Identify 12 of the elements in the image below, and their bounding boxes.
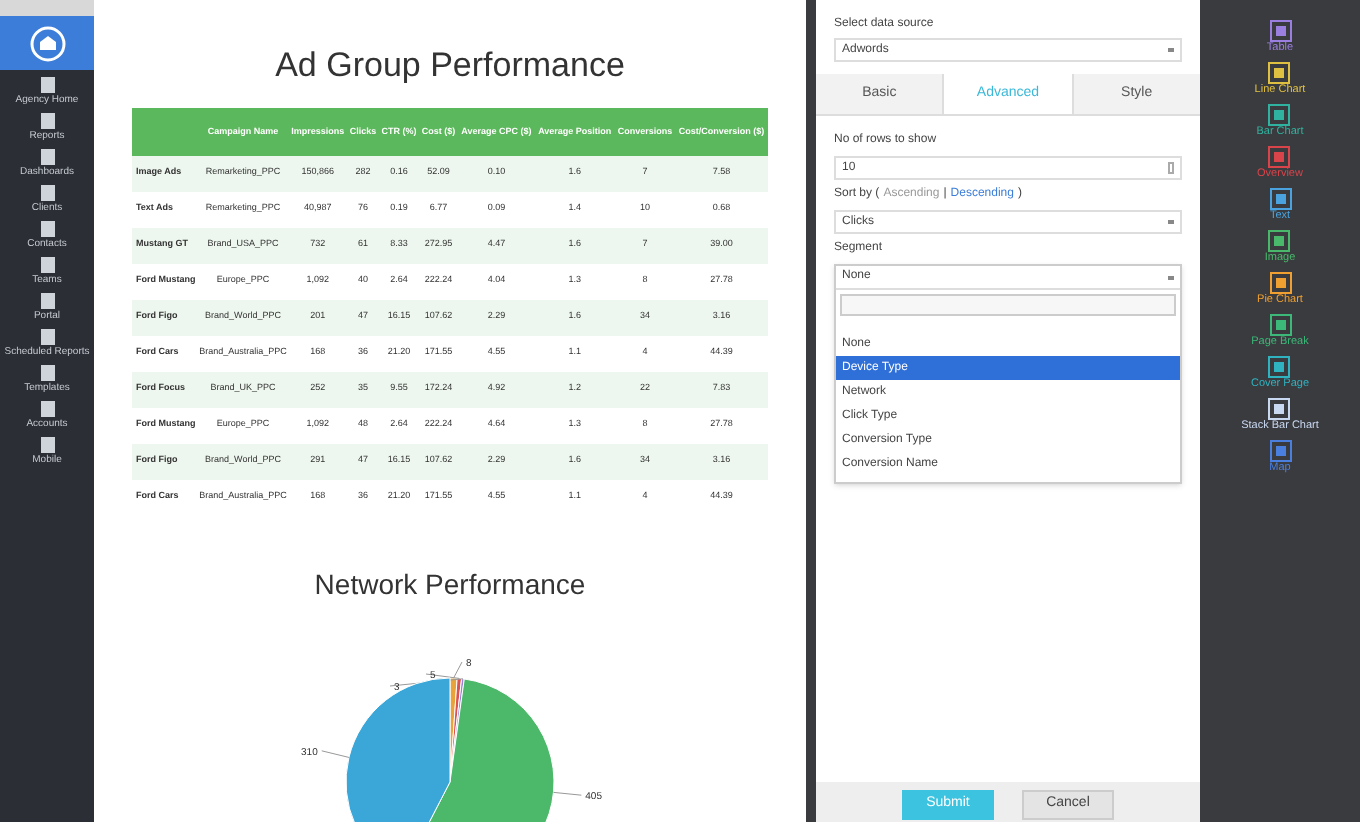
spinner-icon [1168,162,1174,174]
logo[interactable] [0,16,94,70]
caret-icon [1168,48,1174,52]
report-title: Ad Group Performance [275,44,625,88]
leader-line [553,790,582,795]
chart-title: Network Performance [314,565,586,603]
logo-icon [29,25,65,61]
window-top-bar [0,0,94,16]
caret-icon [1168,220,1174,224]
leader-line [321,749,350,757]
search-field[interactable] [840,294,1176,316]
caret-icon [1168,275,1174,279]
